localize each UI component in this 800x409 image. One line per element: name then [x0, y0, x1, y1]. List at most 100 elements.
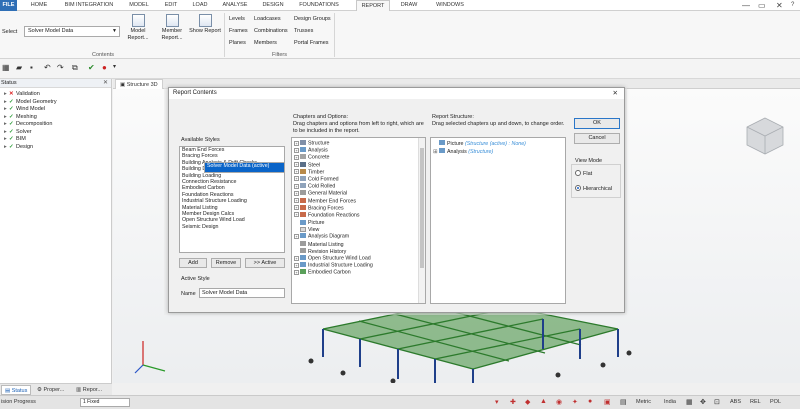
- grid-icon[interactable]: ▦: [686, 398, 693, 406]
- report-style-select[interactable]: Solver Model Data ▼: [24, 26, 120, 37]
- tab-load[interactable]: LOAD: [188, 0, 212, 11]
- abs-toggle[interactable]: ABS: [730, 399, 741, 405]
- chapter-item-foundation-reactions[interactable]: + Foundation Reactions: [292, 211, 425, 219]
- expand-icon[interactable]: +: [294, 169, 299, 175]
- stop-icon[interactable]: ●: [102, 63, 107, 72]
- status-field[interactable]: 1 Fixed: [80, 398, 130, 407]
- structure-item-picture[interactable]: Picture (Structure (active) : None): [431, 140, 565, 148]
- save-icon[interactable]: ▪: [30, 63, 33, 72]
- check-icon[interactable]: ✔: [88, 63, 95, 72]
- tab-status[interactable]: ▤ Status: [1, 385, 32, 395]
- chapter-item-member-end-forces[interactable]: + Member End Forces: [292, 197, 425, 205]
- status-item-design[interactable]: ▸ ✓ Design: [4, 144, 33, 150]
- status-tool-icon[interactable]: ▲: [540, 398, 547, 405]
- status-item-wind-model[interactable]: ▸ ✓ Wind Model: [4, 106, 45, 112]
- show-report-button[interactable]: Show Report: [188, 14, 222, 35]
- pol-toggle[interactable]: POL: [770, 399, 781, 405]
- status-item-model-geometry[interactable]: ▸ ✓ Model Geometry: [4, 99, 57, 105]
- filter-planes[interactable]: Planes: [229, 40, 246, 46]
- expand-icon[interactable]: +: [294, 147, 299, 153]
- expand-icon[interactable]: +: [294, 233, 299, 239]
- minimize-icon[interactable]: —: [742, 0, 750, 11]
- open-folder-icon[interactable]: ▰: [16, 63, 22, 72]
- chapter-item-cold-formed[interactable]: + Cold Formed: [292, 175, 425, 183]
- chapter-item-picture[interactable]: Picture: [292, 219, 425, 226]
- chapter-item-general-material[interactable]: + General Material: [292, 190, 425, 197]
- ortho-icon[interactable]: ⊡: [714, 398, 720, 406]
- style-name-input[interactable]: Solver Model Data: [199, 288, 285, 298]
- dropdown-icon[interactable]: ▾: [113, 63, 116, 70]
- status-item-meshing[interactable]: ▸ ✓ Meshing: [4, 114, 37, 120]
- member-report-button[interactable]: Member Report...: [156, 14, 188, 41]
- expand-icon[interactable]: +: [294, 212, 299, 218]
- expand-icon[interactable]: +: [294, 176, 299, 182]
- list-item[interactable]: Seismic Design: [180, 224, 284, 230]
- filter-members[interactable]: Members: [254, 40, 277, 46]
- view-mode-hierarchical-radio[interactable]: Hierarchical: [575, 185, 612, 192]
- status-item-solver[interactable]: ▸ ✓ Solver: [4, 129, 32, 135]
- status-tool-icon[interactable]: ◆: [525, 398, 530, 406]
- chapter-item-timber[interactable]: + Timber: [292, 168, 425, 176]
- status-item-decomposition[interactable]: ▸ ✓ Decomposition: [4, 121, 52, 127]
- tab-bim-integration[interactable]: BIM INTEGRATION: [60, 0, 118, 11]
- expand-icon[interactable]: +: [294, 140, 299, 146]
- filter-trusses[interactable]: Trusses: [294, 28, 313, 34]
- tab-foundations[interactable]: FOUNDATIONS: [294, 0, 344, 11]
- restore-icon[interactable]: ▭: [758, 0, 766, 11]
- copy-icon[interactable]: ⧉: [72, 63, 78, 73]
- tab-structure-3d[interactable]: ▣ Structure 3D: [115, 79, 163, 89]
- add-style-button[interactable]: Add: [179, 258, 207, 268]
- status-tool-icon[interactable]: ✦: [572, 398, 578, 406]
- chapter-item-open-structure-wind-load[interactable]: + Open Structure Wind Load: [292, 255, 425, 262]
- help-icon[interactable]: ?: [791, 0, 794, 11]
- chapter-item-view[interactable]: View: [292, 226, 425, 233]
- rel-toggle[interactable]: REL: [750, 399, 761, 405]
- chapter-item-analysis[interactable]: + Analysis: [292, 147, 425, 154]
- tab-report[interactable]: REPORT: [356, 0, 390, 11]
- tab-draw[interactable]: DRAW: [396, 0, 422, 11]
- filter-combinations[interactable]: Combinations: [254, 28, 288, 34]
- ok-button[interactable]: OK: [574, 118, 620, 129]
- filter-loadcases[interactable]: Loadcases: [254, 16, 281, 22]
- snap-icon[interactable]: ✥: [700, 398, 706, 406]
- chapter-item-embodied-carbon[interactable]: + Embodied Carbon: [292, 269, 425, 276]
- expand-icon[interactable]: +: [294, 205, 299, 211]
- filter-frames[interactable]: Frames: [229, 28, 248, 34]
- units-label[interactable]: Metric: [636, 399, 651, 405]
- expand-icon[interactable]: +: [294, 262, 299, 268]
- chapters-tree[interactable]: + Structure + Analysis + Concrete + Steel + T…: [291, 137, 426, 304]
- tab-report[interactable]: ▥ Repor...: [73, 385, 105, 395]
- tab-edit[interactable]: EDIT: [159, 0, 183, 11]
- chapter-item-analysis-diagram[interactable]: + Analysis Diagram: [292, 233, 425, 240]
- status-item-bim[interactable]: ▸ ✓ BIM: [4, 136, 26, 142]
- expand-icon[interactable]: +: [294, 198, 299, 203]
- status-tool-icon[interactable]: ◉: [556, 398, 562, 406]
- tab-properties[interactable]: ⚙ Proper...: [34, 385, 67, 395]
- expand-icon[interactable]: +: [294, 255, 299, 261]
- chapter-item-industrial-structure-loading[interactable]: + Industrial Structure Loading: [292, 262, 425, 269]
- close-icon[interactable]: ✕: [776, 0, 783, 11]
- expand-icon[interactable]: +: [294, 154, 299, 160]
- chapter-item-revision-history[interactable]: Revision History: [292, 248, 425, 255]
- status-tool-icon[interactable]: ▣: [604, 398, 611, 406]
- pin-icon[interactable]: ✕: [103, 79, 108, 88]
- close-icon[interactable]: ✕: [613, 88, 618, 99]
- tab-home[interactable]: HOME: [24, 0, 54, 11]
- filter-design-groups[interactable]: Design Groups: [294, 16, 331, 22]
- tab-analyse[interactable]: ANALYSE: [218, 0, 252, 11]
- expand-icon[interactable]: +: [294, 162, 299, 168]
- expand-icon[interactable]: +: [294, 190, 299, 196]
- tab-model[interactable]: MODEL: [124, 0, 154, 11]
- cancel-button[interactable]: Cancel: [574, 133, 620, 144]
- chapter-item-bracing-forces[interactable]: + Bracing Forces: [292, 204, 425, 212]
- redo-icon[interactable]: ↷: [57, 63, 64, 72]
- chapter-item-cold-rolled[interactable]: + Cold Rolled: [292, 183, 425, 190]
- grid-icon[interactable]: ▦: [2, 63, 10, 72]
- status-tool-icon[interactable]: ▤: [620, 398, 627, 406]
- region-label[interactable]: India: [664, 399, 676, 405]
- status-tool-icon[interactable]: ✚: [510, 398, 516, 406]
- filter-levels[interactable]: Levels: [229, 16, 245, 22]
- chapter-item-structure[interactable]: + Structure: [292, 140, 425, 147]
- tab-design[interactable]: DESIGN: [257, 0, 289, 11]
- tab-file[interactable]: FILE: [0, 0, 17, 11]
